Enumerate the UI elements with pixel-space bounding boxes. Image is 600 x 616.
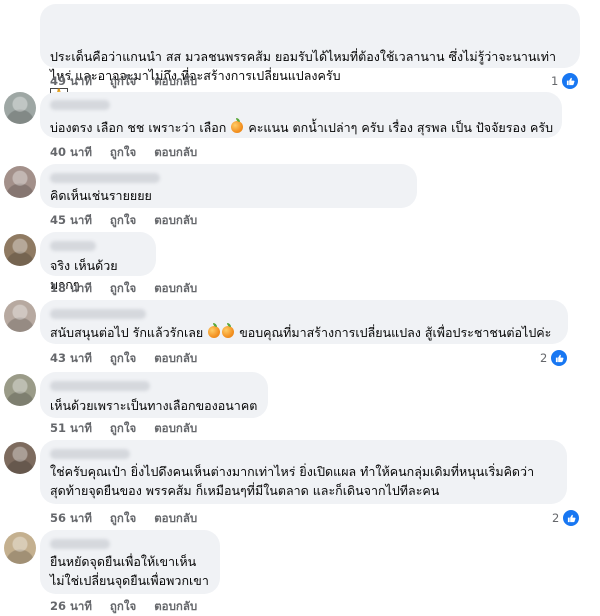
reply-button[interactable]: ตอบกลับ: [154, 73, 197, 91]
comment-bubble: บ่องตรง เลือก ชช เพราะว่า เลือก คะแนน ตก…: [40, 92, 562, 138]
author-name[interactable]: [50, 100, 110, 110]
like-button[interactable]: ถูกใจ: [110, 280, 136, 298]
like-button[interactable]: ถูกใจ: [110, 350, 136, 368]
author-name[interactable]: [50, 539, 110, 549]
like-button[interactable]: ถูกใจ: [110, 144, 136, 162]
like-button[interactable]: ถูกใจ: [110, 598, 136, 616]
comment-bubble: จริง เห็นด้วยมากๆ: [40, 232, 156, 292]
orange-emoji-icon: [222, 323, 235, 338]
comment-text: ยืนหยัดจุดยืนเพื่อให้เขาเห็น ไม่ใช่เปลี่…: [50, 554, 209, 588]
reaction-number: 1: [551, 74, 559, 88]
timestamp[interactable]: 26 นาที: [50, 598, 92, 616]
reply-button[interactable]: ตอบกลับ: [154, 350, 197, 368]
thumbs-up-icon: [550, 349, 569, 367]
comment-meta: 51 นาที ถูกใจ ตอบกลับ: [50, 420, 197, 438]
comment-bubble: ใช่ครับคุณเป๋า ยิ่งไปดึงคนเห็นต่างมากเท่…: [40, 440, 567, 504]
avatar[interactable]: [4, 442, 36, 474]
timestamp[interactable]: 40 นาที: [50, 144, 92, 162]
comment-text: บ่องตรง เลือก ชช เพราะว่า เลือก คะแนน ตก…: [50, 118, 554, 135]
reply-button[interactable]: ตอบกลับ: [154, 212, 197, 230]
reaction-count[interactable]: 2: [552, 509, 581, 527]
comment-text: เห็นด้วยเพราะเป็นทางเลือกของอนาคต: [50, 398, 258, 413]
like-button[interactable]: ถูกใจ: [110, 510, 136, 528]
comment-text: ใช่ครับคุณเป๋า ยิ่งไปดึงคนเห็นต่างมากเท่…: [50, 464, 535, 498]
reply-button[interactable]: ตอบกลับ: [154, 144, 197, 162]
author-name[interactable]: [50, 241, 96, 251]
comment-bubble: คิดเห็นเช่นรายยยย: [40, 164, 417, 208]
author-name[interactable]: [50, 309, 146, 319]
comment-meta: 49 นาที ถูกใจ ตอบกลับ: [50, 73, 197, 91]
reaction-number: 2: [552, 511, 560, 525]
avatar[interactable]: [4, 234, 36, 266]
comment-bubble: ยืนหยัดจุดยืนเพื่อให้เขาเห็น ไม่ใช่เปลี่…: [40, 530, 220, 594]
reaction-count[interactable]: 1: [551, 72, 580, 90]
orange-emoji-icon: [231, 118, 244, 133]
reply-button[interactable]: ตอบกลับ: [154, 598, 197, 616]
avatar[interactable]: [4, 532, 36, 564]
avatar[interactable]: [4, 374, 36, 406]
reply-button[interactable]: ตอบกลับ: [154, 280, 197, 298]
timestamp[interactable]: 56 นาที: [50, 510, 92, 528]
like-button[interactable]: ถูกใจ: [110, 73, 136, 91]
author-name[interactable]: [50, 381, 150, 391]
timestamp[interactable]: 49 นาที: [50, 73, 92, 91]
comment-meta: 56 นาที ถูกใจ ตอบกลับ: [50, 510, 197, 528]
avatar[interactable]: [4, 166, 36, 198]
reaction-count[interactable]: 2: [540, 349, 569, 367]
timestamp[interactable]: 43 นาที: [50, 350, 92, 368]
timestamp[interactable]: 18 นาที: [50, 280, 92, 298]
reaction-number: 2: [540, 351, 548, 365]
comment-text: คิดเห็นเช่นรายยยย: [50, 188, 152, 203]
comment-meta: 43 นาที ถูกใจ ตอบกลับ: [50, 350, 197, 368]
comment-meta: 26 นาที ถูกใจ ตอบกลับ: [50, 598, 197, 616]
comment-bubble: สนับสนุนต่อไป รักแล้วรักเลย ขอบคุณที่มาส…: [40, 300, 568, 344]
timestamp[interactable]: 51 นาที: [50, 420, 92, 438]
comment-meta: 40 นาที ถูกใจ ตอบกลับ: [50, 144, 197, 162]
avatar[interactable]: [4, 300, 36, 332]
comment-bubble: เห็นด้วยเพราะเป็นทางเลือกของอนาคต: [40, 372, 268, 418]
thumbs-up-icon: [561, 72, 580, 90]
like-button[interactable]: ถูกใจ: [110, 212, 136, 230]
author-name[interactable]: [50, 173, 160, 183]
orange-emoji-icon: [208, 323, 221, 338]
thumbs-up-icon: [562, 509, 581, 527]
comment-bubble: ประเด็นคือว่าแกนนำ สส มวลชนพรรคส้ม ยอมรั…: [40, 4, 580, 101]
comment-meta: 45 นาที ถูกใจ ตอบกลับ: [50, 212, 197, 230]
comment-meta: 18 นาที ถูกใจ ตอบกลับ: [50, 280, 197, 298]
avatar[interactable]: [4, 92, 36, 124]
comment-text: สนับสนุนต่อไป รักแล้วรักเลย ขอบคุณที่มาส…: [50, 323, 552, 340]
reply-button[interactable]: ตอบกลับ: [154, 420, 197, 438]
author-name[interactable]: [50, 449, 130, 459]
like-button[interactable]: ถูกใจ: [110, 420, 136, 438]
reply-button[interactable]: ตอบกลับ: [154, 510, 197, 528]
timestamp[interactable]: 45 นาที: [50, 212, 92, 230]
